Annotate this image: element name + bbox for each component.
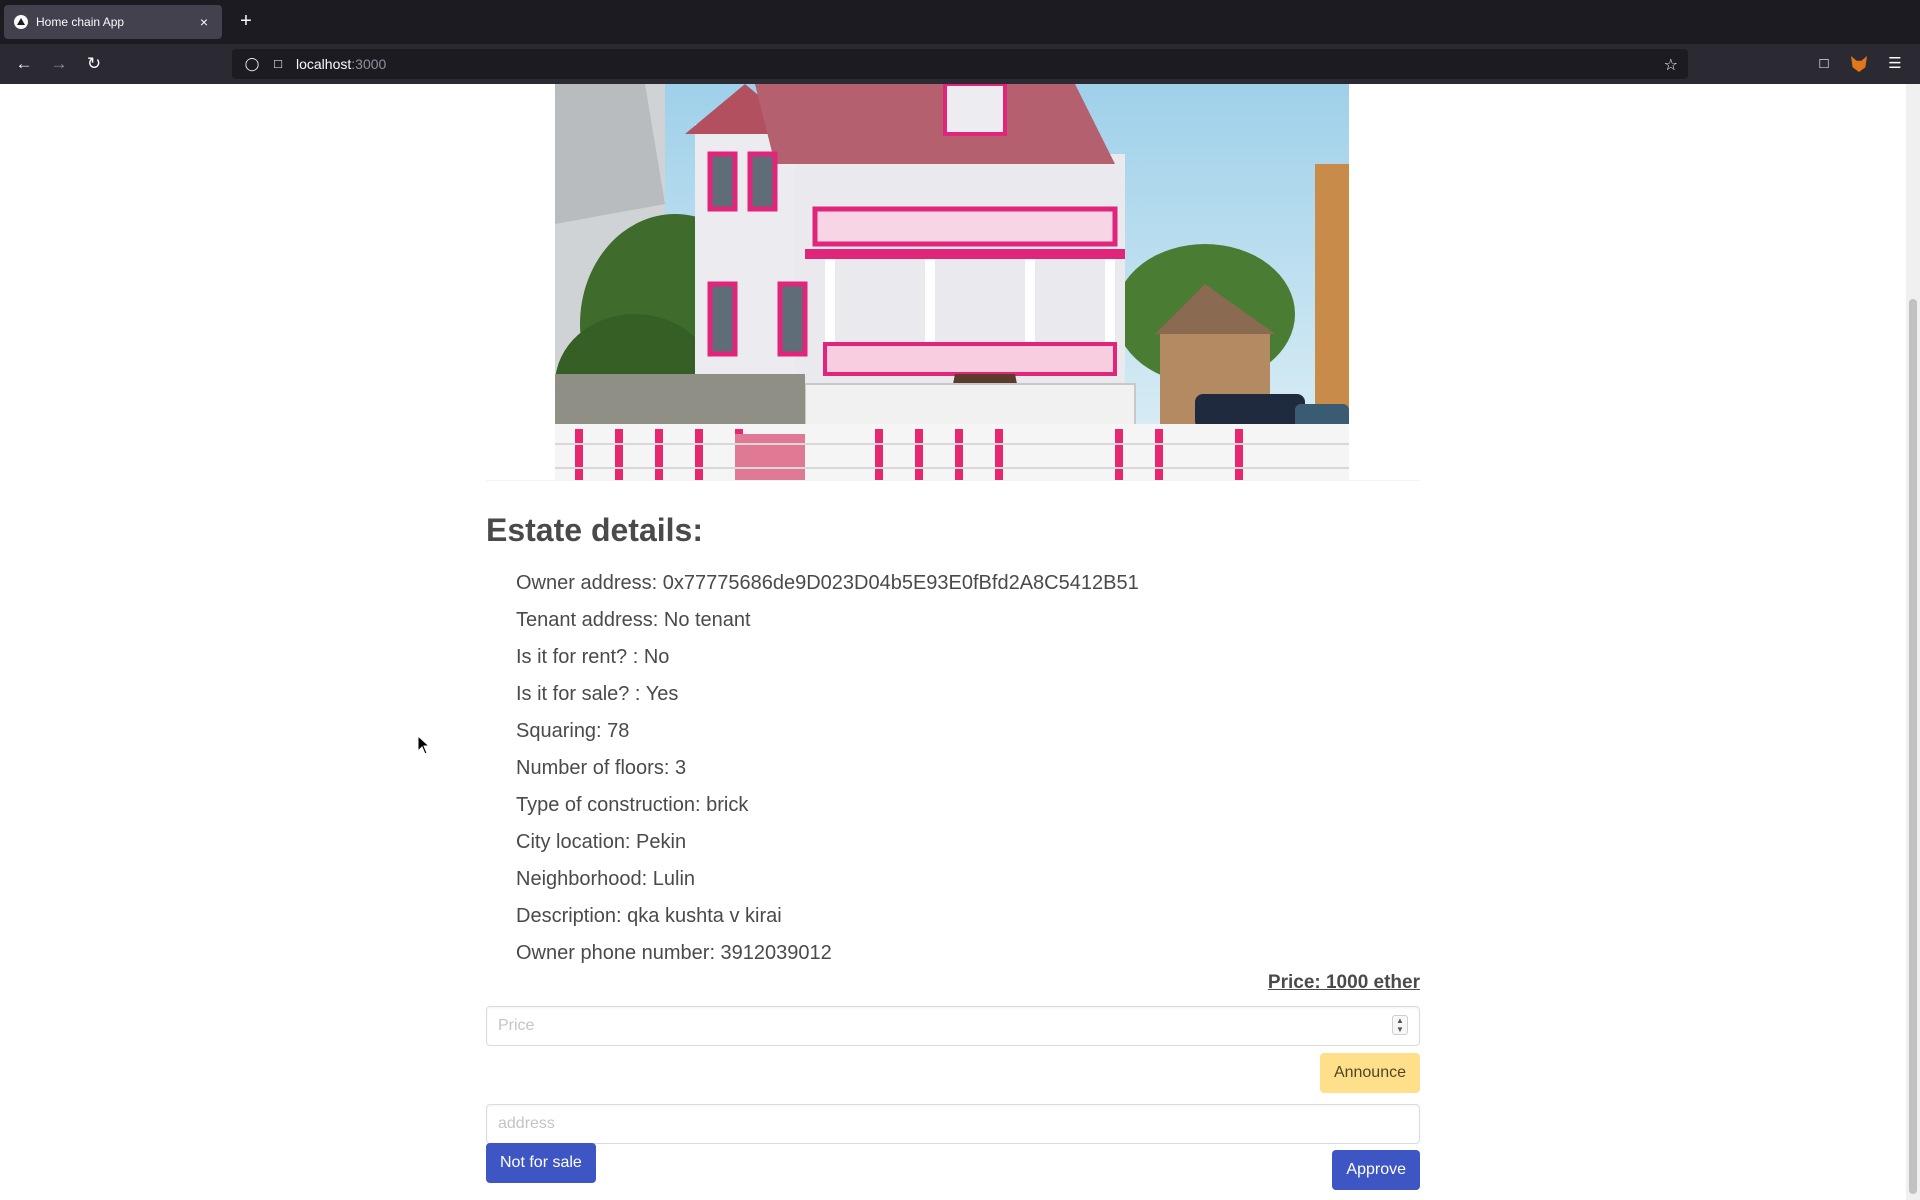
app-favicon-icon: [14, 15, 28, 29]
approve-button[interactable]: Approve: [1332, 1150, 1420, 1190]
forward-arrow-icon[interactable]: →: [47, 52, 71, 76]
address-bar[interactable]: ◯ □ localhost :3000 ☆: [232, 49, 1688, 79]
number-spinner-icon[interactable]: ▲ ▼: [1392, 1015, 1408, 1035]
detail-for-sale: Is it for sale? : Yes: [516, 683, 679, 705]
page-icon: □: [274, 56, 282, 71]
detail-for-rent: Is it for rent? : No: [516, 646, 670, 668]
detail-description: Description: qka kushta v kirai: [516, 905, 782, 927]
page-viewport: Estate details: Owner address: 0x7777568…: [0, 84, 1920, 1200]
detail-construction: Type of construction: brick: [516, 794, 749, 816]
shield-icon[interactable]: ◯: [244, 56, 260, 72]
navigation-toolbar: ← → ↻ ◯ □ localhost :3000 ☆ □ ☰: [0, 44, 1920, 84]
detail-neighborhood: Neighborhood: Lulin: [516, 868, 696, 890]
address-input[interactable]: [486, 1104, 1420, 1144]
pocket-icon[interactable]: □: [1812, 52, 1836, 76]
price-label: Price: 1000 ether: [1267, 972, 1420, 993]
detail-floors: Number of floors: 3: [516, 757, 687, 779]
vertical-scrollbar[interactable]: [1906, 84, 1920, 1200]
detail-phone: Owner phone number: 3912039012: [516, 942, 832, 964]
menu-hamburger-icon[interactable]: ☰: [1883, 52, 1907, 76]
url-port: :3000: [351, 56, 387, 72]
estate-photo: [555, 84, 1349, 480]
price-input[interactable]: [486, 1006, 1420, 1046]
close-tab-icon[interactable]: ×: [196, 14, 212, 30]
back-arrow-icon[interactable]: ←: [12, 52, 36, 76]
photo-divider: [486, 480, 1420, 481]
metamask-fox-icon[interactable]: [1851, 56, 1867, 72]
announce-button[interactable]: Announce: [1319, 1053, 1420, 1093]
reload-icon[interactable]: ↻: [82, 52, 106, 76]
detail-squaring: Squaring: 78: [516, 720, 630, 742]
estate-details-list: Owner address: 0x77775686de9D023D04b5E93…: [516, 571, 1139, 978]
bookmark-star-icon[interactable]: ☆: [1664, 55, 1678, 75]
detail-city: City location: Pekin: [516, 831, 687, 853]
new-tab-icon[interactable]: +: [234, 9, 258, 33]
not-for-sale-button[interactable]: Not for sale: [486, 1143, 596, 1183]
tab-strip: Home chain App × +: [0, 0, 1920, 44]
scrollbar-thumb[interactable]: [1909, 299, 1917, 1194]
detail-tenant-address: Tenant address: No tenant: [516, 609, 751, 631]
url-host: localhost: [296, 56, 352, 72]
page-title: Estate details:: [486, 512, 703, 548]
detail-owner-address: Owner address: 0x77775686de9D023D04b5E93…: [516, 572, 1139, 594]
tab-home-chain-app[interactable]: Home chain App ×: [4, 5, 222, 39]
tab-title: Home chain App: [36, 15, 125, 29]
